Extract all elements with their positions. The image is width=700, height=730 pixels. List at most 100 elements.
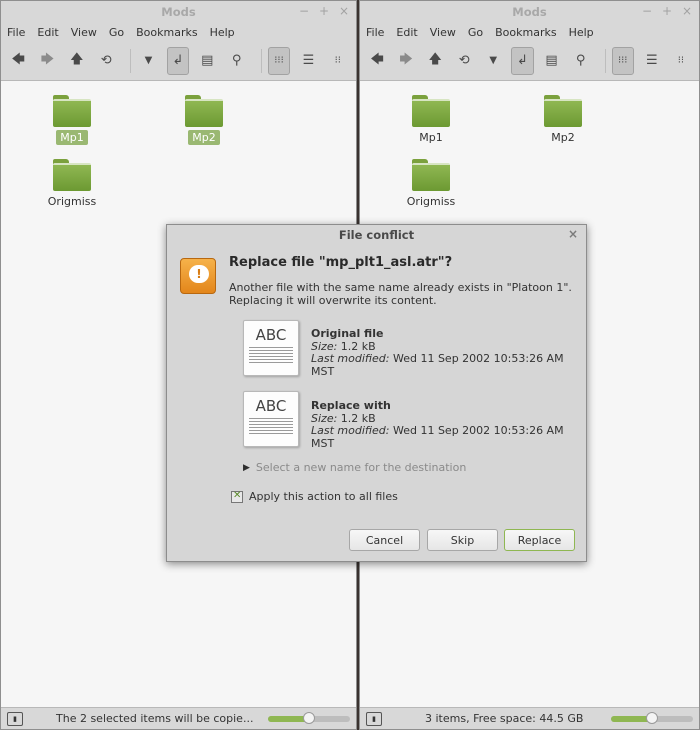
folder-label: Mp1 [56, 130, 88, 145]
folder-item[interactable]: Mp1 [32, 95, 112, 145]
close-button[interactable]: × [338, 4, 350, 18]
modified-label: Last modified: [311, 424, 390, 437]
menu-view[interactable]: View [430, 26, 456, 39]
minimize-button[interactable]: − [298, 4, 310, 18]
search-icon[interactable]: ⚲ [225, 47, 247, 75]
dialog-heading: Replace file "mp_plt1_asl.atr"? [229, 255, 453, 270]
maximize-button[interactable]: + [661, 4, 673, 18]
forward-arrow-icon[interactable]: 🡆 [36, 47, 58, 75]
toolbar-separator [130, 48, 132, 73]
modified-label: Last modified: [311, 352, 390, 365]
sidebar-toggle-icon[interactable]: ▮ [7, 711, 23, 726]
icon-view-icon[interactable]: ⁝⁝⁝ [267, 46, 291, 75]
menu-bookmarks[interactable]: Bookmarks [495, 26, 556, 39]
cancel-button[interactable]: Cancel [349, 529, 420, 551]
thumbnail-text: ABC [255, 326, 287, 344]
menu-file[interactable]: File [366, 26, 384, 39]
window-title: Mods [161, 5, 196, 19]
folder-icon [185, 95, 223, 127]
back-arrow-icon[interactable]: 🡄 [366, 47, 388, 75]
forward-arrow-icon[interactable]: 🡆 [395, 47, 417, 75]
status-bar: ▮ 3 items, Free space: 44.5 GB [360, 707, 699, 729]
toolbar-separator [260, 48, 262, 73]
original-file-info: Original file Size: 1.2 kB Last modified… [311, 327, 586, 378]
up-arrow-icon[interactable]: 🡅 [66, 47, 88, 75]
menu-go[interactable]: Go [468, 26, 483, 39]
size-label: Size: [311, 411, 338, 425]
zoom-slider-knob[interactable] [646, 712, 658, 724]
apply-all-checkbox[interactable]: Apply this action to all files [231, 490, 398, 503]
location-toggle-icon[interactable]: ↲ [166, 46, 190, 75]
toolbar: 🡄 🡆 🡅 ⟲ ▼ ↲ ▤ ⚲ ⁝⁝⁝ ☰ ⁝⁝ [1, 41, 356, 81]
folder-icon [53, 159, 91, 191]
zoom-slider[interactable] [268, 712, 350, 724]
menu-view[interactable]: View [71, 26, 97, 39]
close-button[interactable]: × [681, 4, 693, 18]
list-view-icon[interactable]: ☰ [641, 47, 663, 75]
list-view-icon[interactable]: ☰ [297, 47, 319, 75]
apply-all-label: Apply this action to all files [249, 490, 398, 503]
folder-item[interactable]: Mp2 [164, 95, 244, 145]
menu-help[interactable]: Help [569, 26, 594, 39]
zoom-slider-knob[interactable] [303, 712, 315, 724]
folder-item[interactable]: Mp1 [391, 95, 471, 145]
reload-icon[interactable]: ⟲ [95, 47, 117, 75]
history-dropdown-icon[interactable]: ▼ [137, 47, 159, 75]
menu-bar: File Edit View Go Bookmarks Help [360, 23, 699, 41]
menu-help[interactable]: Help [210, 26, 235, 39]
warning-icon: ! [180, 258, 216, 294]
location-toggle-icon[interactable]: ↲ [511, 46, 534, 75]
new-name-expander[interactable]: ▶ Select a new name for the destination [243, 461, 466, 474]
replacement-file-info: Replace with Size: 1.2 kB Last modified:… [311, 399, 586, 450]
dialog-title-bar[interactable]: File conflict × [167, 225, 586, 245]
toolbar: 🡄 🡆 🡅 ⟲ ▼ ↲ ▤ ⚲ ⁝⁝⁝ ☰ ⁝⁝ [360, 41, 699, 81]
dialog-close-button[interactable]: × [568, 227, 578, 241]
up-arrow-icon[interactable]: 🡅 [424, 47, 446, 75]
search-icon[interactable]: ⚲ [570, 47, 592, 75]
maximize-button[interactable]: + [318, 4, 330, 18]
compact-view-icon[interactable]: ⁝⁝ [327, 47, 349, 75]
folder-item[interactable]: Origmiss [32, 159, 112, 209]
title-bar[interactable]: Mods − + × [1, 1, 356, 23]
expander-label: Select a new name for the destination [255, 461, 467, 474]
title-bar[interactable]: Mods − + × [360, 1, 699, 23]
window-title: Mods [512, 5, 547, 19]
folder-item[interactable]: Mp2 [523, 95, 603, 145]
menu-edit[interactable]: Edit [396, 26, 417, 39]
icon-view-icon[interactable]: ⁝⁝⁝ [611, 46, 634, 75]
skip-button[interactable]: Skip [427, 529, 498, 551]
menu-file[interactable]: File [7, 26, 25, 39]
menu-go[interactable]: Go [109, 26, 124, 39]
folder-label: Origmiss [406, 195, 456, 208]
replacement-file-thumbnail: ABC [243, 391, 299, 447]
menu-bookmarks[interactable]: Bookmarks [136, 26, 197, 39]
reload-icon[interactable]: ⟲ [453, 47, 475, 75]
checkbox-checked-icon[interactable] [231, 490, 243, 503]
dialog-subtext-line: Another file with the same name already … [229, 281, 572, 294]
new-folder-icon[interactable]: ▤ [541, 47, 563, 75]
toolbar-separator [604, 48, 606, 73]
dialog-subtext-line: Replacing it will overwrite its content. [229, 294, 437, 307]
size-label: Size: [311, 339, 338, 353]
zoom-slider[interactable] [611, 712, 693, 724]
compact-view-icon[interactable]: ⁝⁝ [670, 47, 692, 75]
folder-icon [544, 95, 582, 127]
history-dropdown-icon[interactable]: ▼ [482, 47, 504, 75]
minimize-button[interactable]: − [641, 4, 653, 18]
menu-edit[interactable]: Edit [37, 26, 58, 39]
folder-icon [412, 95, 450, 127]
dialog-title: File conflict [338, 228, 415, 242]
status-text: The 2 selected items will be copie... [56, 712, 254, 725]
folder-label: Mp1 [419, 131, 443, 144]
file-conflict-dialog: File conflict × ! Replace file "mp_plt1_… [166, 224, 587, 562]
folder-label: Origmiss [47, 195, 97, 208]
folder-item[interactable]: Origmiss [391, 159, 471, 209]
thumbnail-text: ABC [255, 397, 287, 415]
replace-button[interactable]: Replace [504, 529, 575, 551]
new-folder-icon[interactable]: ▤ [196, 47, 218, 75]
expander-arrow-icon: ▶ [243, 462, 250, 473]
folder-icon [412, 159, 450, 191]
back-arrow-icon[interactable]: 🡄 [7, 47, 29, 75]
sidebar-toggle-icon[interactable]: ▮ [366, 711, 382, 726]
folder-label: Mp2 [551, 131, 575, 144]
